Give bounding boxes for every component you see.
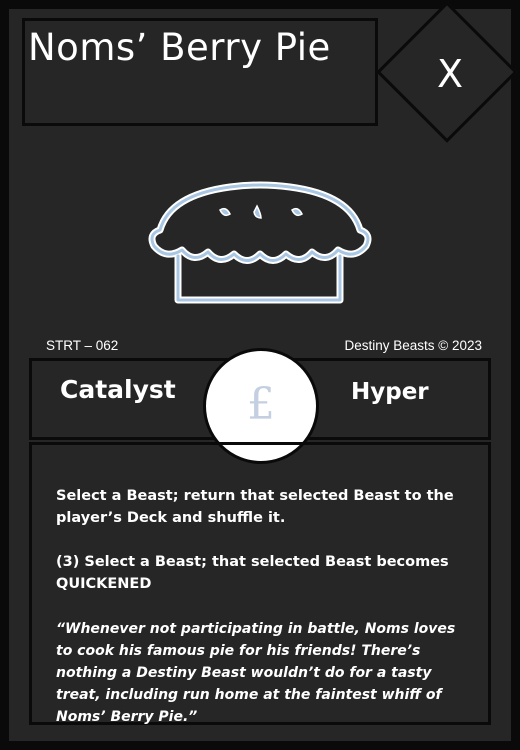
cost-value: X bbox=[436, 52, 464, 96]
copyright: Destiny Beasts © 2023 bbox=[344, 338, 482, 353]
card-subtype: Hyper bbox=[351, 379, 429, 405]
card-type: Catalyst bbox=[60, 375, 176, 404]
set-code: STRT – 062 bbox=[46, 338, 119, 353]
card-title: Noms’ Berry Pie bbox=[28, 26, 331, 69]
effect-text-2: (3) Select a Beast; that selected Beast … bbox=[56, 554, 449, 592]
pie-icon bbox=[148, 181, 372, 304]
flavor-text: “Whenever not participating in battle, N… bbox=[56, 621, 456, 725]
effect-text-1: Select a Beast; return that selected Bea… bbox=[56, 488, 454, 526]
